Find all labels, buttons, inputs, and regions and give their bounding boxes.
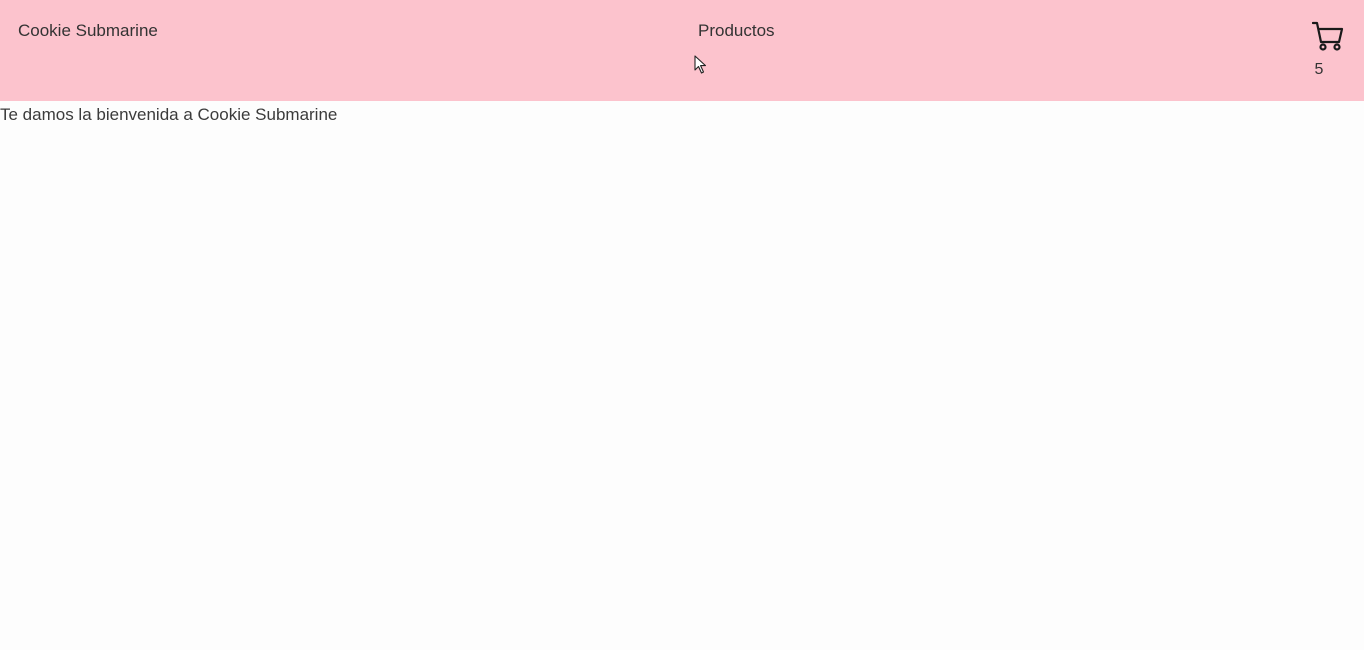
navbar: Cookie Submarine Productos 5 xyxy=(0,0,1364,101)
brand-link[interactable]: Cookie Submarine xyxy=(18,21,158,41)
products-link[interactable]: Productos xyxy=(698,21,775,41)
welcome-message: Te damos la bienvenida a Cookie Submarin… xyxy=(0,105,338,124)
cart-icon xyxy=(1312,21,1344,51)
cart-button[interactable]: 5 xyxy=(1310,18,1346,82)
cart-count-badge: 5 xyxy=(1314,61,1324,78)
mouse-cursor-icon xyxy=(694,55,707,74)
